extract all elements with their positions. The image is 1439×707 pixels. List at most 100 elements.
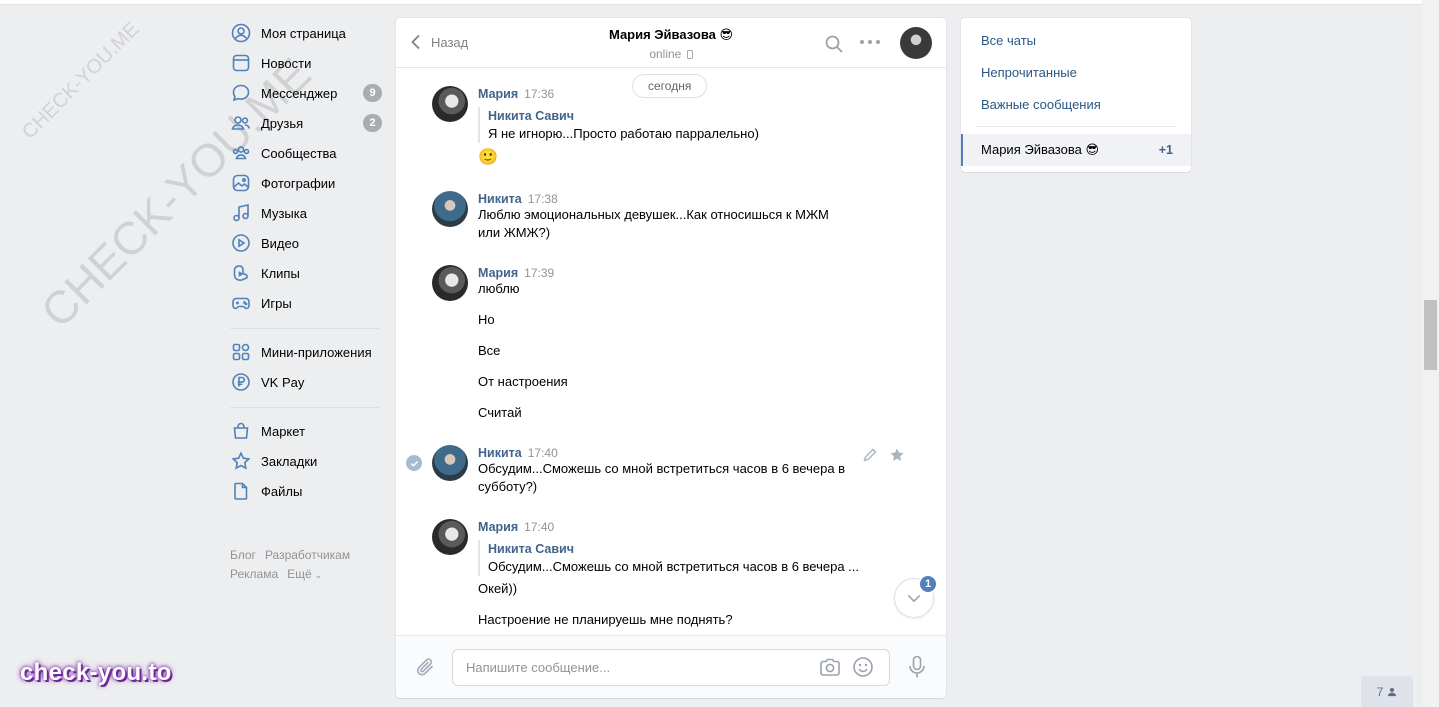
forwarded-quote[interactable]: Никита Савич Я не игнорю...Просто работа… — [478, 107, 872, 143]
nav-messenger[interactable]: Мессенджер 9 — [230, 78, 390, 108]
message-author[interactable]: Мария — [478, 266, 518, 280]
message-author[interactable]: Мария — [478, 520, 518, 534]
nav-clips[interactable]: Клипы — [230, 258, 390, 288]
quote-text: Обсудим...Сможешь со мной встретиться ча… — [488, 559, 860, 574]
peer-avatar[interactable] — [900, 27, 932, 59]
message-body: Мария 17:36 Никита Савич Я не игнорю...Пр… — [478, 86, 872, 167]
active-chat-item[interactable]: Мария Эйвазова 😎 +1 — [961, 134, 1191, 166]
microphone-icon[interactable] — [908, 655, 926, 679]
nav-mini-apps[interactable]: Мини-приложения — [230, 337, 390, 367]
nav-label: Моя страница — [261, 25, 346, 41]
message-item[interactable]: Мария 17:39 люблю Но Все От настроения Сч… — [432, 265, 872, 422]
footer-more-label: Ещё — [287, 567, 312, 581]
message-text: От настроения — [478, 374, 568, 389]
chevron-down-icon: ⌄ — [314, 570, 323, 580]
nav-market[interactable]: Маркет — [230, 416, 390, 446]
nav-label: Мессенджер — [261, 85, 338, 101]
message-body: Никита 17:38 Люблю эмоциональных девушек.… — [478, 191, 872, 242]
nav-communities[interactable]: Сообщества — [230, 138, 390, 168]
message-time: 17:36 — [524, 87, 555, 101]
message-body: Никита 17:40 Обсудим...Сможешь со мной вс… — [478, 445, 872, 496]
sender-avatar[interactable] — [432, 265, 468, 301]
gamepad-icon — [230, 292, 252, 314]
status-text: online — [649, 47, 682, 61]
message-author[interactable]: Мария — [478, 87, 518, 101]
sender-avatar[interactable] — [432, 86, 468, 122]
message-time: 17:38 — [527, 192, 558, 206]
filter-important[interactable]: Важные сообщения — [981, 97, 1101, 112]
footer-more-link[interactable]: Ещё ⌄ — [287, 567, 331, 581]
footer-ads-link[interactable]: Реклама — [230, 567, 278, 581]
nav-vk-pay[interactable]: VK Pay — [230, 367, 390, 397]
nav-photos[interactable]: Фотографии — [230, 168, 390, 198]
mobile-phone-icon — [686, 50, 693, 59]
file-icon — [230, 480, 252, 502]
message-item[interactable]: Никита 17:38 Люблю эмоциональных девушек.… — [432, 191, 872, 242]
message-item[interactable]: Мария 17:40 Никита Савич Обсудим...Сможеш… — [432, 519, 872, 629]
quote-author: Никита Савич — [488, 109, 574, 123]
star-icon — [230, 450, 252, 472]
user-circle-icon — [230, 22, 252, 44]
watermark-small: CHECK-YOU.ME — [18, 17, 144, 144]
message-body: Мария 17:39 люблю Но Все От настроения Сч… — [478, 265, 872, 422]
emoji-smile-icon[interactable] — [852, 656, 874, 678]
person-icon — [1388, 687, 1397, 696]
message-text: Но — [478, 312, 495, 327]
nav-label: Друзья — [261, 115, 304, 131]
message-item-selected[interactable]: Никита 17:40 Обсудим...Сможешь со мной вс… — [432, 445, 872, 496]
message-select-check[interactable] — [406, 455, 422, 471]
message-item[interactable]: Мария 17:36 Никита Савич Я не игнорю...Пр… — [432, 86, 872, 167]
sender-avatar[interactable] — [432, 445, 468, 481]
nav-label: Новости — [261, 55, 312, 71]
edit-pencil-icon[interactable] — [862, 447, 878, 463]
message-text: Считай — [478, 405, 522, 420]
message-author[interactable]: Никита — [478, 446, 522, 460]
message-text: Окей)) — [478, 581, 518, 596]
chat-panel: Назад Мария Эйвазова 😎 online сегодня Ма… — [396, 18, 946, 698]
more-dots-icon[interactable] — [858, 32, 882, 52]
watermark-brand: check-you.to — [20, 659, 172, 686]
paperclip-icon[interactable] — [414, 656, 436, 678]
nav-friends[interactable]: Друзья 2 — [230, 108, 390, 138]
nav-label: Маркет — [261, 423, 306, 439]
nav-divider — [230, 328, 380, 329]
ruble-circle-icon — [230, 371, 252, 393]
search-icon[interactable] — [824, 34, 844, 54]
message-body: Мария 17:40 Никита Савич Обсудим...Сможеш… — [478, 519, 872, 629]
sender-avatar[interactable] — [432, 191, 468, 227]
footer-blog-link[interactable]: Блог — [230, 548, 256, 562]
checkmark-icon — [410, 460, 418, 467]
online-count: 7 — [1376, 684, 1384, 699]
sender-avatar[interactable] — [432, 519, 468, 555]
nav-label: Сообщества — [261, 145, 337, 161]
clips-icon — [230, 262, 252, 284]
message-composer — [396, 635, 946, 698]
smile-emoji: 🙂 — [478, 149, 498, 166]
message-text: люблю — [478, 281, 520, 296]
nav-my-page[interactable]: Моя страница — [230, 18, 390, 48]
nav-bookmarks[interactable]: Закладки — [230, 446, 390, 476]
filter-all-chats[interactable]: Все чаты — [981, 33, 1036, 48]
star-icon[interactable] — [889, 447, 905, 463]
chat-bubble-icon — [230, 82, 252, 104]
nav-music[interactable]: Музыка — [230, 198, 390, 228]
camera-icon[interactable] — [819, 657, 841, 677]
forwarded-quote[interactable]: Никита Савич Обсудим...Сможешь со мной в… — [478, 540, 872, 576]
nav-video[interactable]: Видео — [230, 228, 390, 258]
message-text: Обсудим...Сможешь со мной встретиться ча… — [478, 461, 846, 494]
message-author[interactable]: Никита — [478, 192, 522, 206]
nav-label: Файлы — [261, 483, 303, 499]
nav-label: Фотографии — [261, 175, 336, 191]
page-scrollbar-thumb[interactable] — [1424, 300, 1437, 370]
filter-divider — [976, 126, 1176, 127]
message-list: Мария 17:36 Никита Савич Я не игнорю...Пр… — [396, 69, 946, 635]
nav-news[interactable]: Новости — [230, 48, 390, 78]
filter-unread[interactable]: Непрочитанные — [981, 65, 1077, 80]
nav-label: Игры — [261, 295, 292, 311]
footer-dev-link[interactable]: Разработчикам — [265, 548, 350, 562]
online-friends-counter[interactable]: 7 — [1361, 676, 1413, 707]
photo-icon — [230, 172, 252, 194]
message-text: Люблю эмоциональных девушек...Как относи… — [478, 207, 829, 240]
nav-games[interactable]: Игры — [230, 288, 390, 318]
nav-files[interactable]: Файлы — [230, 476, 390, 506]
